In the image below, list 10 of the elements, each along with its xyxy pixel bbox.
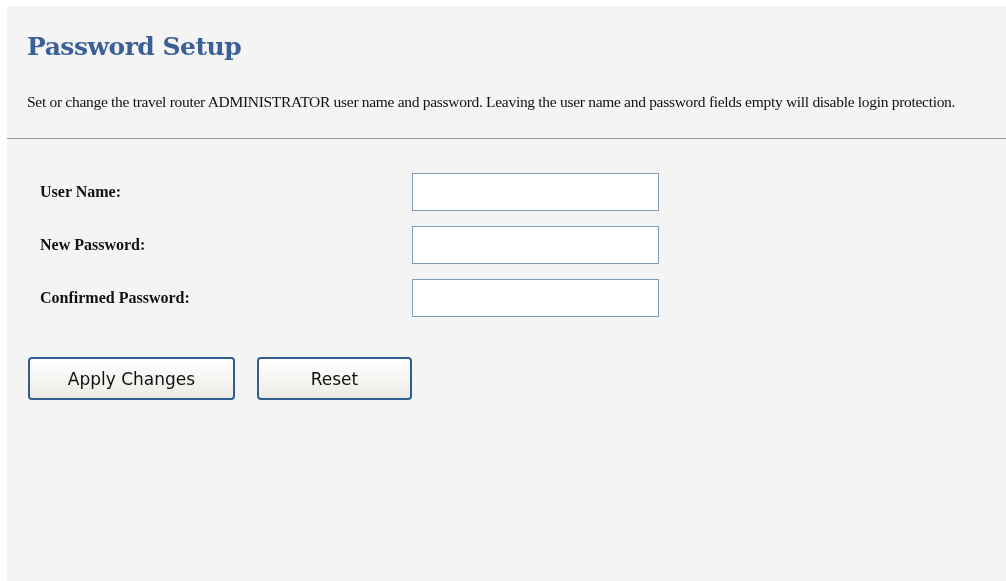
form-button[interactable]: Apply Changes xyxy=(28,357,235,400)
field-label: User Name: xyxy=(40,183,122,201)
input-field[interactable] xyxy=(412,279,659,317)
input-field[interactable] xyxy=(412,226,659,264)
input-field[interactable] xyxy=(412,173,659,211)
page-title: Password Setup xyxy=(27,32,243,61)
field-label: Confirmed Password: xyxy=(40,289,191,307)
form-button[interactable]: Reset xyxy=(257,357,412,400)
field-label: New Password: xyxy=(40,236,147,254)
description-text: Set or change the travel router ADMINISTRATOR user name and password. Leaving the user name and password fields empty will disable login protection. xyxy=(27,92,957,112)
